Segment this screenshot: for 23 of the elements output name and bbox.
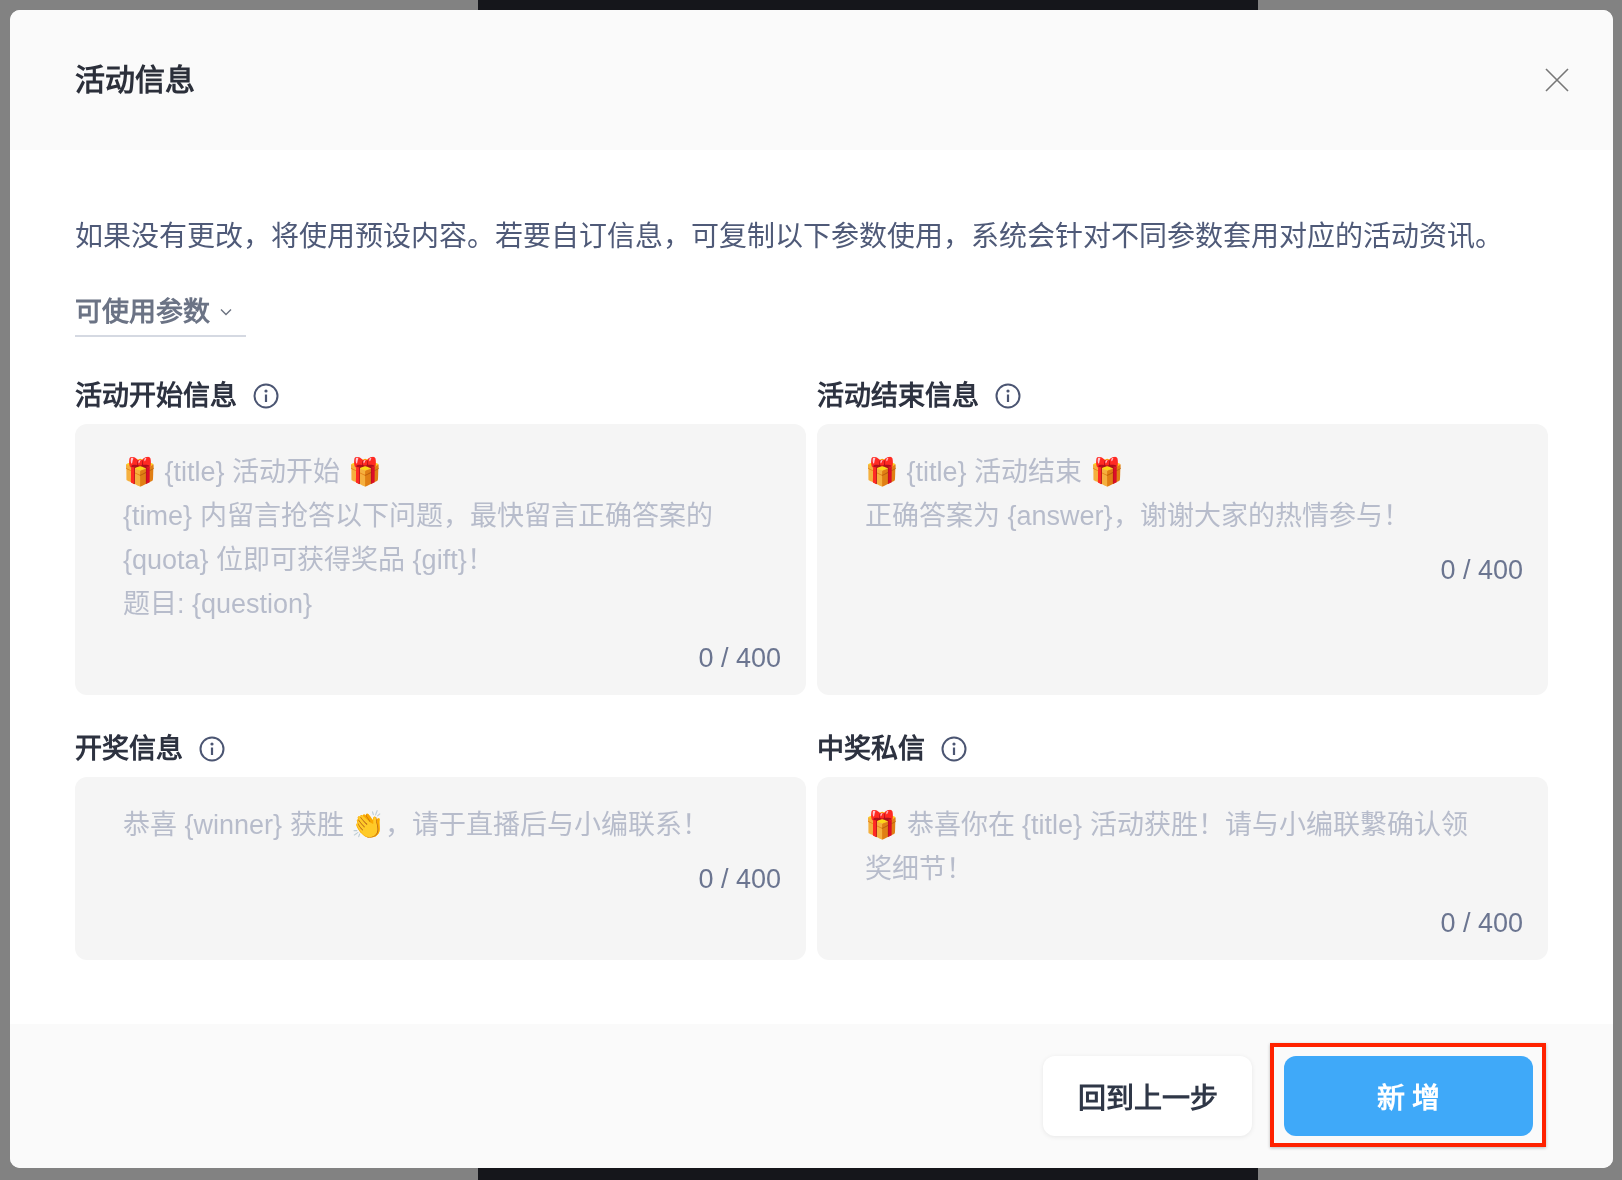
parameters-dropdown[interactable]: 可使用参数 <box>75 294 246 337</box>
info-icon[interactable] <box>995 383 1021 409</box>
message-field[interactable]: 🎁 {title} 活动开始 🎁 {time} 内留言抢答以下问题，最快留言正确答案的 {quota} 位即可获得奖品 {gift}！ 题目: {question} 0 / 400 <box>75 424 806 695</box>
message-field[interactable]: 🎁 {title} 活动结束 🎁 正确答案为 {answer}，谢谢大家的热情参与！ 0 / 400 <box>817 424 1548 695</box>
info-icon[interactable] <box>941 736 967 762</box>
back-button[interactable]: 回到上一步 <box>1043 1056 1252 1136</box>
info-icon[interactable] <box>199 736 225 762</box>
char-counter: 0 / 400 <box>1439 907 1523 940</box>
char-counter: 0 / 400 <box>697 863 781 896</box>
char-counter: 0 / 400 <box>697 642 781 675</box>
info-icon[interactable] <box>253 383 279 409</box>
intro-text: 如果没有更改，将使用预设内容。若要自订信息，可复制以下参数使用，系统会针对不同参数套用对应的活动资讯。 <box>75 220 1503 254</box>
field-label: 中奖私信 <box>817 733 925 766</box>
close-icon <box>1545 68 1569 92</box>
add-button[interactable]: 新 增 <box>1284 1056 1533 1136</box>
field-label: 活动结束信息 <box>817 380 979 413</box>
message-field[interactable]: 🎁 恭喜你在 {title} 活动获胜！请与小编联繫确认领奖细节！ 0 / 400 <box>817 777 1548 960</box>
dialog-title: 活动信息 <box>75 62 195 98</box>
field-label: 开奖信息 <box>75 733 183 766</box>
close-button[interactable] <box>1545 68 1569 92</box>
char-counter: 0 / 400 <box>1439 554 1523 587</box>
message-field[interactable]: 恭喜 {winner} 获胜 👏，请于直播后与小编联系！ 0 / 400 <box>75 777 806 960</box>
field-label: 活动开始信息 <box>75 380 237 413</box>
